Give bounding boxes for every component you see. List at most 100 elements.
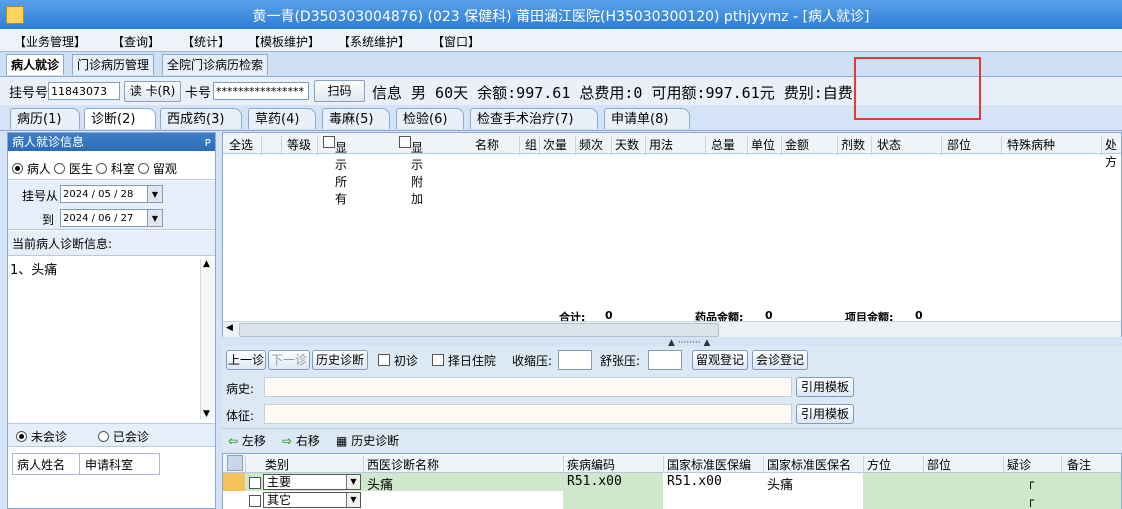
menu-system[interactable]: 【系统维护】	[338, 33, 410, 50]
next-visit-button[interactable]: 下一诊	[268, 350, 310, 370]
radio-patient[interactable]: 病人	[12, 160, 51, 177]
col-doses: 剂数	[841, 138, 866, 152]
title-bar: 黄一青(D350303004876) (023 保健科) 莆田涵江医院(H350…	[0, 0, 1122, 29]
prev-visit-button[interactable]: 上一诊	[226, 350, 266, 370]
select-all-corner-icon[interactable]	[227, 455, 243, 471]
diag-scrollbar[interactable]: ▲ ▼	[200, 259, 215, 419]
col-unit: 单位	[751, 138, 776, 152]
order-grid-hscroll[interactable]: ◀	[223, 321, 1121, 337]
menu-template[interactable]: 【模板维护】	[248, 33, 320, 50]
consult-register-button[interactable]: 会诊登记	[752, 350, 808, 370]
tab-diagnosis[interactable]: 诊断(2)	[84, 108, 156, 129]
col-type: 类别	[265, 458, 290, 472]
history-input[interactable]	[264, 377, 792, 397]
systolic-input[interactable]	[558, 350, 592, 370]
std-code: R51.x00	[667, 474, 722, 489]
left-panel: 病人就诊信息 ᴘ 病人 医生 科室 留观 挂号从 2024 / 05 / 28 ▼…	[7, 132, 216, 509]
consult-table-header: 病人姓名 申请科室	[12, 453, 160, 475]
date-from-dropdown-icon[interactable]: ▼	[147, 186, 162, 202]
diag-actions: ⇦ 左移 ⇨ 右移 ▦ 历史诊断	[222, 428, 1122, 451]
menu-query[interactable]: 【查询】	[112, 33, 160, 50]
current-diag-header: 当前病人诊断信息:	[8, 231, 215, 256]
tab-application[interactable]: 申请单(8)	[604, 108, 690, 129]
show-all-checkbox[interactable]: 显示所有	[323, 136, 347, 206]
diastolic-input[interactable]	[648, 350, 682, 370]
show-extra-checkbox[interactable]: 显示附加	[399, 136, 423, 206]
sign-label: 体征:	[226, 409, 255, 423]
tab-western-medicine[interactable]: 西成药(3)	[160, 108, 242, 129]
suspected-checkbox-icon[interactable]: ┌	[1027, 475, 1034, 489]
scroll-up-icon[interactable]: ▲	[203, 259, 210, 269]
col-select-all[interactable]: 全选	[229, 136, 253, 153]
reg-no-input[interactable]: 11843073	[48, 82, 120, 100]
tab-medical-record[interactable]: 病历(1)	[10, 108, 80, 129]
cite-template-button-history[interactable]: 引用模板	[796, 377, 854, 397]
col-usage: 用法	[649, 138, 674, 152]
radio-patient-label: 病人	[26, 162, 51, 176]
tab-outpatient-records[interactable]: 门诊病历管理	[72, 54, 155, 75]
date-to-input[interactable]: 2024 / 06 / 27 ▼	[60, 209, 163, 227]
tab-records-search[interactable]: 全院门诊病历检索	[162, 54, 269, 75]
tab-narcotic[interactable]: 毒麻(5)	[322, 108, 390, 129]
read-card-button[interactable]: 读 卡(R)	[124, 81, 181, 102]
tab-exam-surgery[interactable]: 检查手术治疗(7)	[470, 108, 598, 129]
col-dose: 次量	[543, 138, 568, 152]
first-visit-checkbox[interactable]: 初诊	[378, 352, 418, 369]
scan-button[interactable]: 扫码	[314, 80, 365, 102]
scroll-left-icon[interactable]: ◀	[226, 323, 233, 333]
scroll-thumb[interactable]	[239, 323, 719, 337]
day-hosp-checkbox[interactable]: 择日住院	[432, 352, 496, 369]
date-from-label: 挂号从	[22, 189, 59, 203]
col-status: 状态	[877, 138, 902, 152]
order-grid: 全选 等级 显示所有 显示附加 名称 组 次量 频次 天数 用法 总量 单位 金…	[222, 132, 1122, 337]
diag-grid-header: 类别 西医诊断名称 疾病编码 国家标准医保编 国家标准医保名 方位 部位 疑诊 …	[223, 454, 1121, 474]
checkbox-icon	[432, 354, 444, 366]
col-prescription: 处方	[1105, 138, 1118, 169]
observe-register-button[interactable]: 留观登记	[692, 350, 748, 370]
radio-doctor[interactable]: 医生	[54, 160, 93, 177]
history-label: 病史:	[226, 382, 255, 396]
left-panel-header: 病人就诊信息 ᴘ	[8, 133, 215, 151]
tab-lab-test[interactable]: 检验(6)	[396, 108, 464, 129]
suspected-checkbox-icon[interactable]: ┌	[1027, 493, 1034, 507]
tab-herbal[interactable]: 草药(4)	[248, 108, 316, 129]
history-diag-action[interactable]: ▦ 历史诊断	[336, 432, 399, 449]
col-std-name: 国家标准医保名	[767, 458, 852, 472]
radio-consulted[interactable]: 已会诊	[98, 428, 149, 445]
order-grid-header: 全选 等级 显示所有 显示附加 名称 组 次量 频次 天数 用法 总量 单位 金…	[223, 133, 1121, 206]
table-row[interactable]: 主要 ▼ 头痛 R51.x00 R51.x00 头痛 ┌	[223, 473, 1121, 493]
move-right-label: 右移	[295, 434, 320, 448]
diag-type-select[interactable]: 主要 ▼	[263, 474, 361, 490]
scroll-down-icon[interactable]: ▼	[203, 409, 210, 419]
move-right-button[interactable]: ⇨ 右移	[282, 432, 320, 449]
card-no-input[interactable]: ****************	[213, 82, 309, 100]
radio-department[interactable]: 科室	[96, 160, 135, 177]
date-from-input[interactable]: 2024 / 05 / 28 ▼	[60, 185, 163, 203]
col-western-diag: 西医诊断名称	[367, 458, 440, 472]
row-checkbox[interactable]	[249, 477, 261, 489]
col-special-disease: 特殊病种	[1007, 138, 1056, 152]
radio-consulted-label: 已会诊	[112, 430, 149, 444]
radio-department-label: 科室	[110, 162, 135, 176]
chevron-down-icon: ▼	[346, 475, 360, 489]
cite-template-button-sign[interactable]: 引用模板	[796, 404, 854, 424]
radio-not-consulted[interactable]: 未会诊	[16, 428, 67, 445]
history-diag-button[interactable]: 历史诊断	[312, 350, 368, 370]
radio-not-consulted-label: 未会诊	[30, 430, 67, 444]
row-checkbox[interactable]	[249, 495, 261, 507]
sign-input[interactable]	[264, 404, 792, 424]
menu-stats[interactable]: 【统计】	[182, 33, 230, 50]
patient-info-text: 信息 男 60天 余额:997.61 总费用:0 可用额:997.61元 费别:…	[372, 84, 853, 102]
move-left-button[interactable]: ⇦ 左移	[228, 432, 266, 449]
date-to-dropdown-icon[interactable]: ▼	[147, 210, 162, 226]
pin-icon[interactable]: ᴘ	[205, 133, 211, 151]
menu-business[interactable]: 【业务管理】	[14, 33, 86, 50]
table-row[interactable]: 其它 ▼ ┌	[223, 491, 1121, 509]
radio-observation[interactable]: 留观	[138, 160, 177, 177]
menu-window[interactable]: 【窗口】	[432, 33, 480, 50]
radio-doctor-label: 医生	[68, 162, 93, 176]
tail-cells-bg	[863, 491, 1121, 509]
tab-patient-visit[interactable]: 病人就诊	[6, 54, 65, 75]
diag-type-select[interactable]: 其它 ▼	[263, 492, 361, 508]
col-total: 总量	[711, 138, 736, 152]
